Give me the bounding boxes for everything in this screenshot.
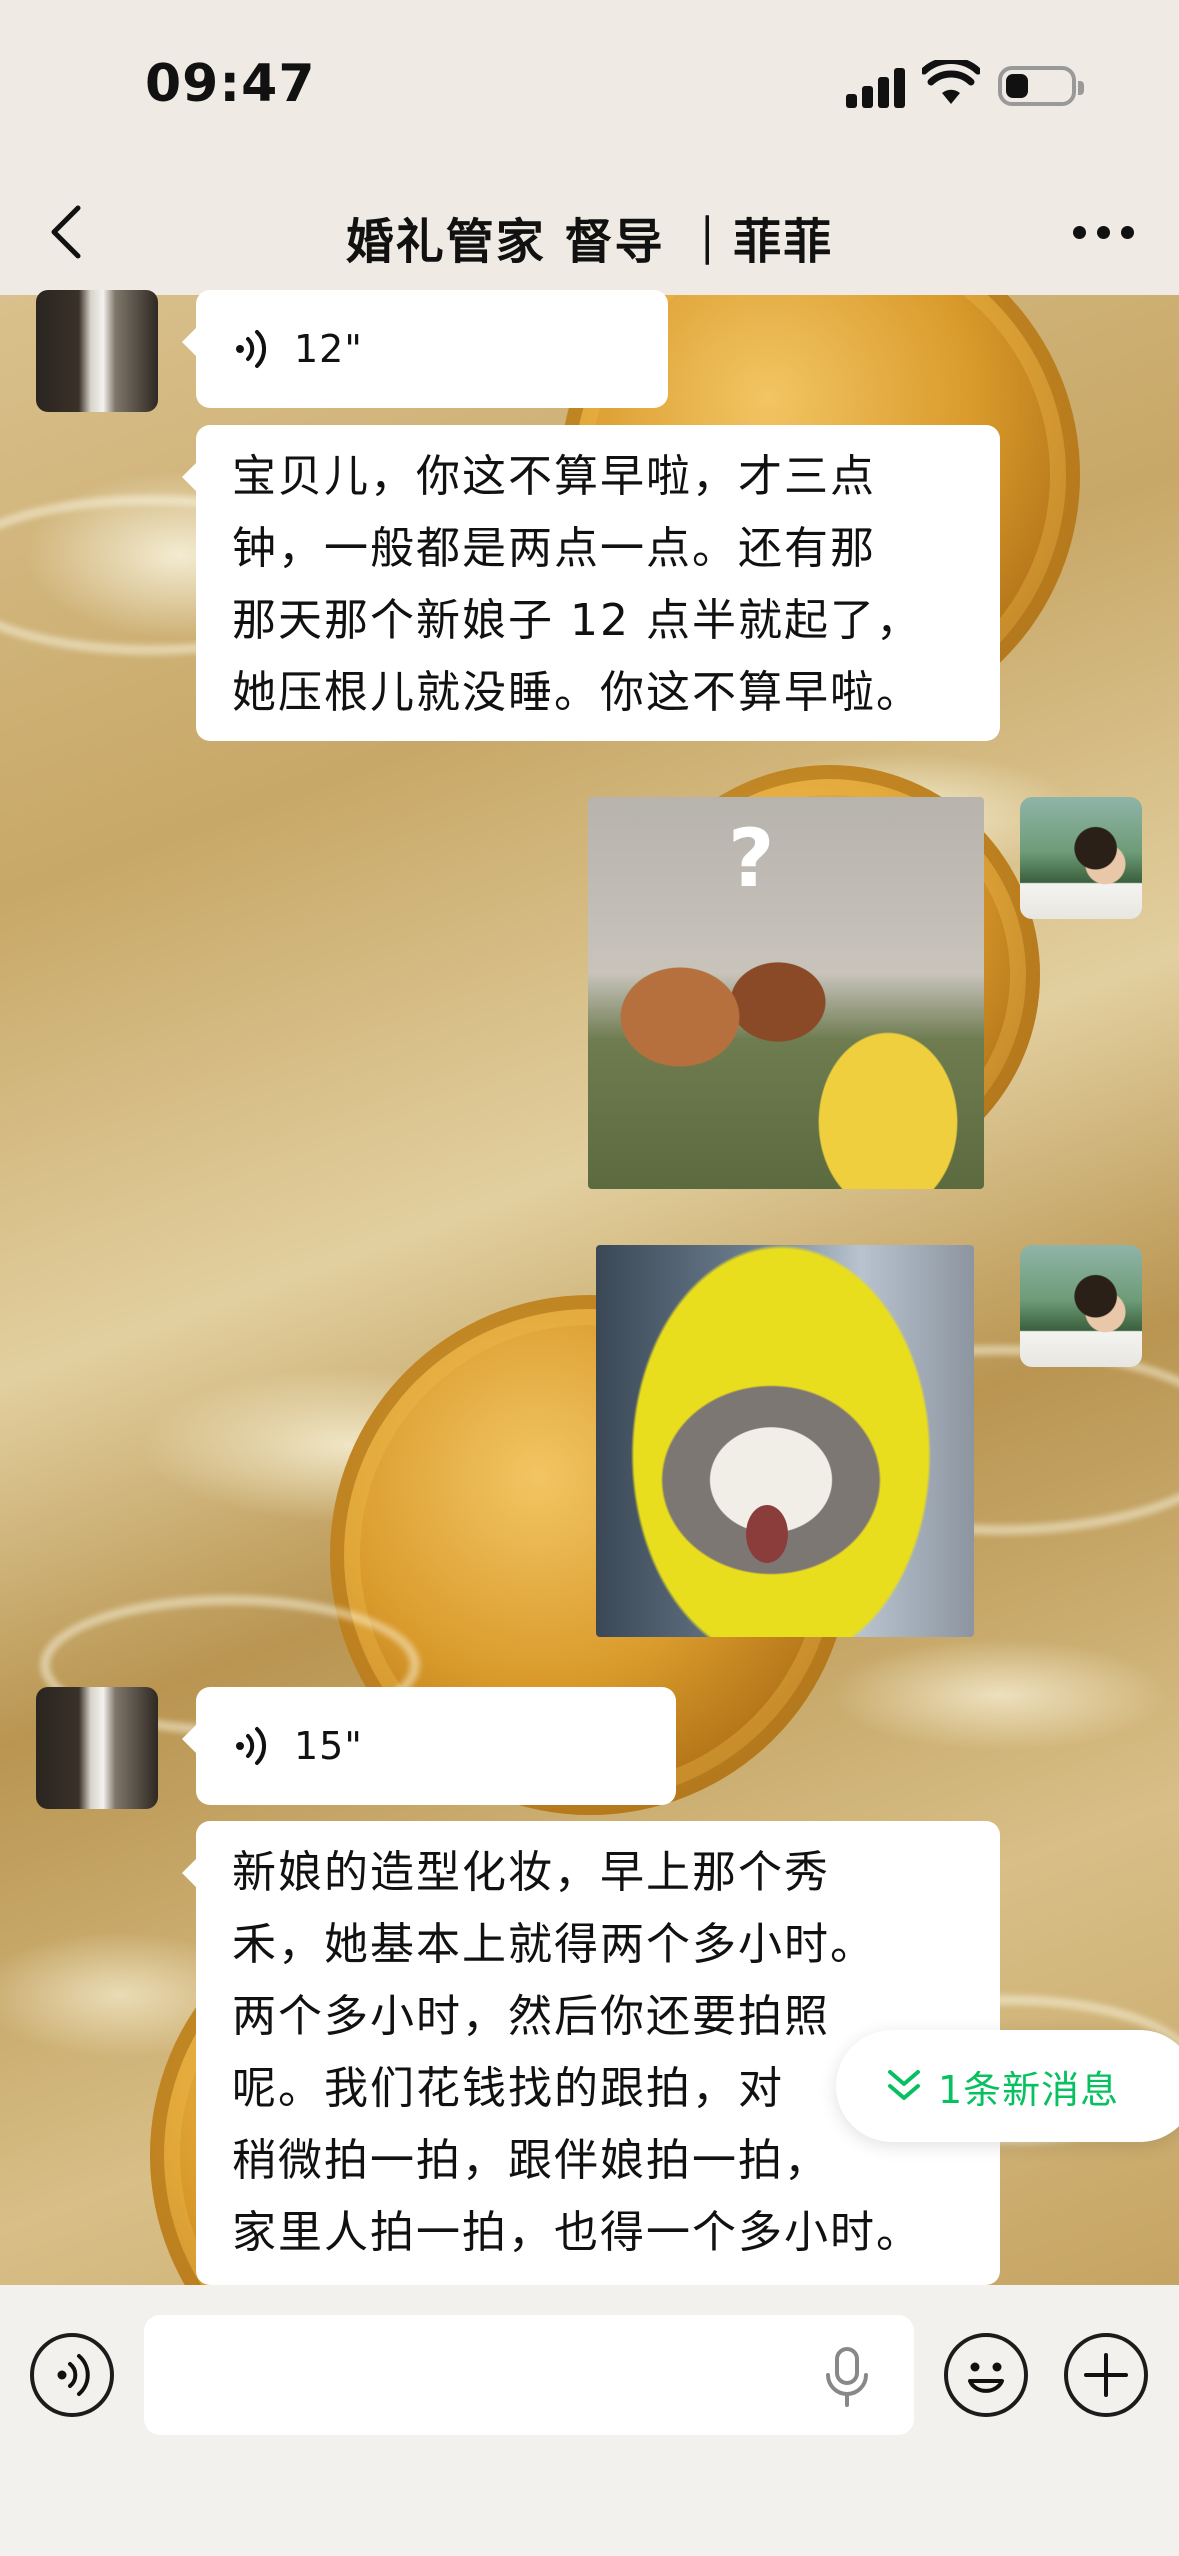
message-input[interactable] bbox=[144, 2315, 914, 2435]
new-message-label: 1条新消息 bbox=[938, 2067, 1120, 2112]
battery-icon bbox=[998, 66, 1084, 106]
chat-title: 婚礼管家 督导 ｜菲菲 bbox=[345, 214, 834, 270]
more-button[interactable] bbox=[1069, 218, 1139, 248]
status-time: 09:47 bbox=[145, 54, 316, 114]
user-avatar[interactable] bbox=[1020, 1245, 1142, 1367]
voice-duration: 15" bbox=[294, 1724, 363, 1768]
input-bar bbox=[0, 2285, 1179, 2556]
emoji-icon bbox=[968, 2362, 1004, 2393]
plus-icon bbox=[1084, 2353, 1128, 2397]
voice-mode-button[interactable] bbox=[30, 2333, 114, 2417]
text-message[interactable]: 宝贝儿，你这不算早啦，才三点 钟，一般都是两点一点。还有那 那天那个新娘子 12… bbox=[182, 425, 1000, 741]
question-mark-text: ? bbox=[728, 812, 775, 905]
sticker-banana-cat[interactable] bbox=[596, 1245, 974, 1637]
voice-mode-icon bbox=[57, 2354, 90, 2396]
double-chevron-down-icon bbox=[888, 2070, 920, 2100]
microphone-icon[interactable] bbox=[820, 2345, 874, 2409]
contact-avatar[interactable] bbox=[36, 290, 158, 412]
user-avatar[interactable] bbox=[1020, 797, 1142, 919]
cellular-signal-icon bbox=[846, 66, 906, 108]
sticker-mouse-question[interactable]: ? bbox=[588, 797, 984, 1189]
message-text: 宝贝儿，你这不算早啦，才三点 钟，一般都是两点一点。还有那 那天那个新娘子 12… bbox=[232, 451, 922, 718]
contact-avatar[interactable] bbox=[36, 1687, 158, 1809]
voice-message[interactable]: 15" bbox=[182, 1687, 676, 1805]
plus-button[interactable] bbox=[1064, 2333, 1148, 2417]
emoji-button[interactable] bbox=[944, 2333, 1028, 2417]
status-bar: 09:47 bbox=[0, 0, 1179, 170]
voice-wave-icon bbox=[236, 330, 267, 368]
more-dots-icon bbox=[1073, 226, 1086, 239]
voice-duration: 12" bbox=[294, 327, 363, 371]
wifi-icon bbox=[922, 60, 980, 104]
nav-bar: 婚礼管家 督导 ｜菲菲 bbox=[0, 170, 1179, 295]
message-list[interactable]: 12" 宝贝儿，你这不算早啦，才三点 钟，一般都是两点一点。还有那 那天那个新娘… bbox=[0, 290, 1179, 2285]
new-message-button[interactable]: 1条新消息 bbox=[836, 2030, 1179, 2142]
voice-wave-icon bbox=[236, 1727, 267, 1765]
voice-message[interactable]: 12" bbox=[182, 290, 668, 408]
